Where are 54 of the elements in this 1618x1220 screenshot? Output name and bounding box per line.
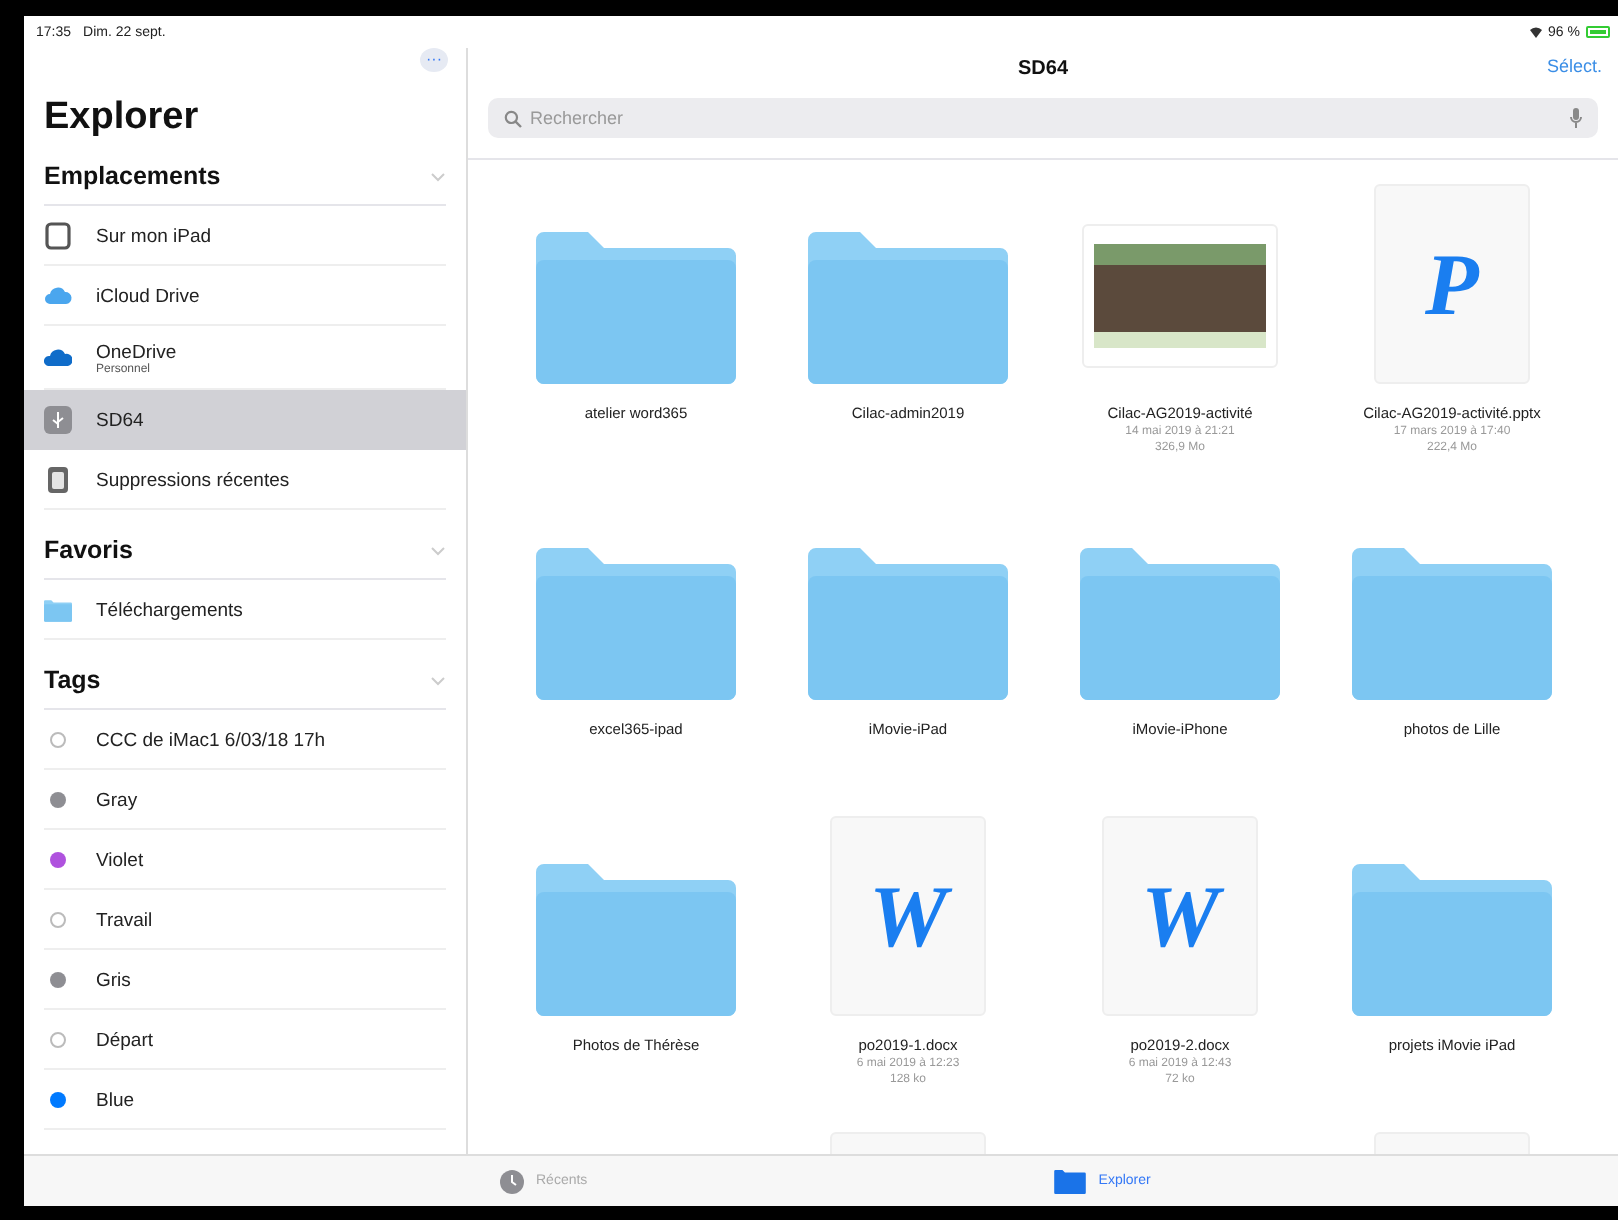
sidebar-item[interactable]: Sur mon iPad [24, 206, 466, 266]
tag-label[interactable]: Départ [96, 1029, 154, 1051]
tag-label[interactable]: Gris [96, 969, 131, 991]
tag-label[interactable]: CCC de iMac1 6/03/18 17h [96, 729, 326, 751]
chevron-icon[interactable] [430, 171, 446, 181]
tag-circle [50, 732, 66, 748]
cloud-icon [44, 282, 72, 310]
folder-title: SD64 [1017, 57, 1068, 79]
chevron-icon[interactable] [430, 545, 446, 555]
document-letter: W [1140, 865, 1220, 967]
clock-icon [500, 1169, 524, 1193]
tag-circle [50, 1032, 66, 1048]
search-field[interactable]: Rechercher [488, 98, 1598, 138]
chevron-icon[interactable] [430, 675, 446, 685]
document-letter: W [868, 865, 948, 967]
item-label: Sur mon iPad [96, 225, 212, 247]
folder-icon [536, 232, 736, 384]
search-input[interactable]: Rechercher [530, 108, 1562, 128]
tablet-icon [44, 222, 72, 250]
tag-circle [50, 912, 66, 928]
sidebar-title: Explorer [44, 96, 201, 140]
folder-icon [1352, 864, 1552, 1016]
microphone-icon[interactable] [1570, 108, 1582, 128]
sidebar-item[interactable]: SD64 [24, 390, 466, 450]
folder-icon [536, 548, 736, 700]
section-title: Tags [44, 666, 101, 694]
section-title: Favoris [44, 536, 133, 564]
cloud-icon [44, 344, 72, 372]
tag-label[interactable]: Violet [96, 849, 144, 871]
folder-icon [536, 864, 736, 1016]
sidebar-item[interactable]: Suppressions récentes [24, 450, 466, 510]
search-icon [504, 109, 522, 127]
folder-icon [44, 599, 72, 621]
sidebar-item[interactable]: iCloud Drive [24, 266, 466, 326]
folder-icon [1054, 1169, 1087, 1193]
item-label: iCloud Drive [96, 285, 200, 307]
folder-icon [1352, 548, 1552, 700]
tag-label[interactable]: Travail [96, 909, 153, 931]
folder-icon [808, 548, 1008, 700]
item-label: SD64 [96, 409, 144, 431]
tag-label[interactable]: Gray [96, 789, 138, 811]
item-label: Téléchargements [96, 599, 243, 621]
item-label: Suppressions récentes [96, 469, 290, 491]
battery-icon [1586, 26, 1610, 38]
item-label: OneDrive [96, 341, 177, 363]
usb-icon [44, 406, 72, 434]
section-title: Emplacements [44, 162, 221, 190]
wifi-icon [1530, 26, 1543, 38]
trash-icon [44, 466, 72, 494]
tag-label[interactable]: Blue [96, 1089, 135, 1111]
folder-icon [1080, 548, 1280, 700]
folder-icon [808, 232, 1008, 384]
sidebar-item[interactable]: Téléchargements [24, 580, 466, 640]
document-letter: P [1425, 233, 1479, 335]
